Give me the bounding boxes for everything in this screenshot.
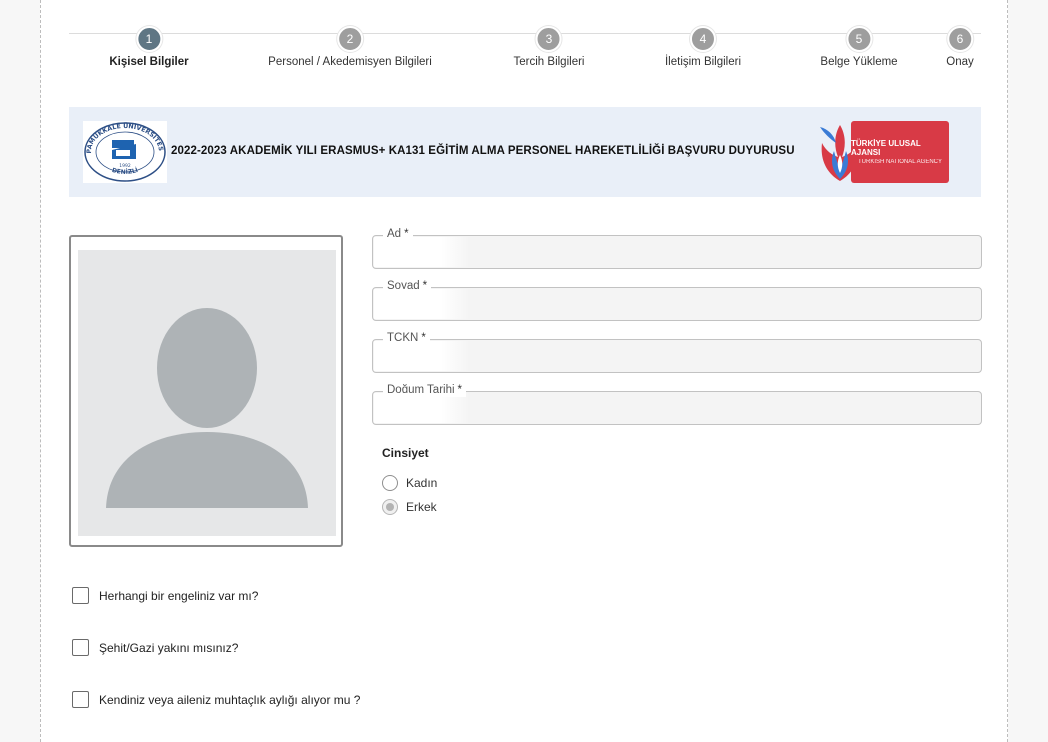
step-approval[interactable]: 6 Onay	[946, 26, 974, 68]
welfare-checkbox-label: Kendiniz veya aileniz muhtaçlık aylığı a…	[99, 692, 361, 707]
last-name-field[interactable]: Soyad *	[372, 279, 982, 321]
banner-title: 2022-2023 AKADEMİK YILI ERASMUS+ KA131 E…	[171, 145, 795, 157]
national-agency-logo: TÜRKİYE ULUSAL AJANSI TURKISH NATIONAL A…	[818, 121, 952, 183]
gender-title: Cinsiyet	[382, 446, 429, 460]
svg-text:1992: 1992	[119, 163, 131, 169]
step-label: Belge Yükleme	[820, 56, 898, 68]
step-label: Tercih Bilgileri	[513, 56, 585, 68]
step-contact-info[interactable]: 4 İletişim Bilgileri	[665, 26, 741, 68]
male-radio[interactable]	[382, 499, 398, 515]
step-preference-info[interactable]: 3 Tercih Bilgileri	[513, 26, 585, 68]
profile-photo-frame[interactable]	[69, 235, 343, 547]
step-personal-info[interactable]: 1 Kişisel Bilgiler	[109, 26, 189, 68]
male-radio-label: Erkek	[406, 500, 437, 514]
step-label: İletişim Bilgileri	[664, 56, 742, 68]
step-number: 4	[689, 26, 716, 52]
tckn-field[interactable]: TCKN *	[372, 331, 982, 373]
redacted-value-mask	[374, 237, 470, 267]
gender-option-female[interactable]: Kadın	[382, 475, 437, 491]
step-label: Kişisel Bilgiler	[109, 56, 189, 68]
step-number: 6	[947, 26, 973, 52]
step-document-upload[interactable]: 5 Belge Yükleme	[820, 26, 898, 68]
stepper: 1 Kişisel Bilgiler 2 Personel / Akedemis…	[69, 26, 981, 72]
female-radio-label: Kadın	[406, 476, 438, 490]
redacted-value-mask	[374, 393, 470, 423]
veteran-relative-checkbox-label: Şehit/Gazi yakını mısınız?	[99, 640, 239, 655]
step-number: 1	[135, 26, 162, 52]
disability-checkbox[interactable]	[72, 587, 89, 604]
agency-name: TÜRKİYE ULUSAL AJANSI	[851, 139, 921, 157]
disability-checkbox-label: Herhangi bir engeliniz var mı?	[99, 588, 259, 603]
application-page: 1 Kişisel Bilgiler 2 Personel / Akedemis…	[40, 0, 1008, 742]
welfare-checkbox[interactable]	[72, 691, 89, 708]
redacted-value-mask	[374, 289, 470, 319]
university-seal-icon: PAMUKKALE ÜNİVERSİTESİ 1992 DENİZLİ	[83, 121, 166, 182]
welfare-checkbox-row[interactable]: Kendiniz veya aileniz muhtaçlık aylığı a…	[72, 691, 360, 708]
female-radio[interactable]	[382, 475, 398, 491]
step-number: 3	[536, 26, 562, 52]
gender-option-male[interactable]: Erkek	[382, 499, 437, 515]
university-logo: PAMUKKALE ÜNİVERSİTESİ 1992 DENİZLİ	[83, 121, 167, 183]
step-number: 2	[336, 26, 363, 52]
profile-photo-placeholder	[78, 250, 336, 536]
agency-subtitle: TURKISH NATIONAL AGENCY	[857, 159, 942, 165]
step-label: Personel / Akedemisyen Bilgileri	[268, 56, 432, 68]
step-number: 5	[846, 26, 872, 52]
redacted-value-mask	[374, 341, 470, 371]
disability-checkbox-row[interactable]: Herhangi bir engeliniz var mı?	[72, 587, 258, 604]
step-staff-info[interactable]: 2 Personel / Akedemisyen Bilgileri	[268, 26, 432, 68]
announcement-banner: PAMUKKALE ÜNİVERSİTESİ 1992 DENİZLİ 2022…	[69, 107, 981, 197]
step-label: Onay	[946, 56, 974, 68]
user-silhouette-icon	[106, 308, 308, 508]
birth-date-field[interactable]: Doğum Tarihi *	[372, 383, 982, 425]
veteran-relative-checkbox[interactable]	[72, 639, 89, 656]
agency-name-box: TÜRKİYE ULUSAL AJANSI TURKISH NATIONAL A…	[851, 121, 949, 183]
veteran-relative-checkbox-row[interactable]: Şehit/Gazi yakını mısınız?	[72, 639, 238, 656]
first-name-field[interactable]: Ad *	[372, 227, 982, 269]
